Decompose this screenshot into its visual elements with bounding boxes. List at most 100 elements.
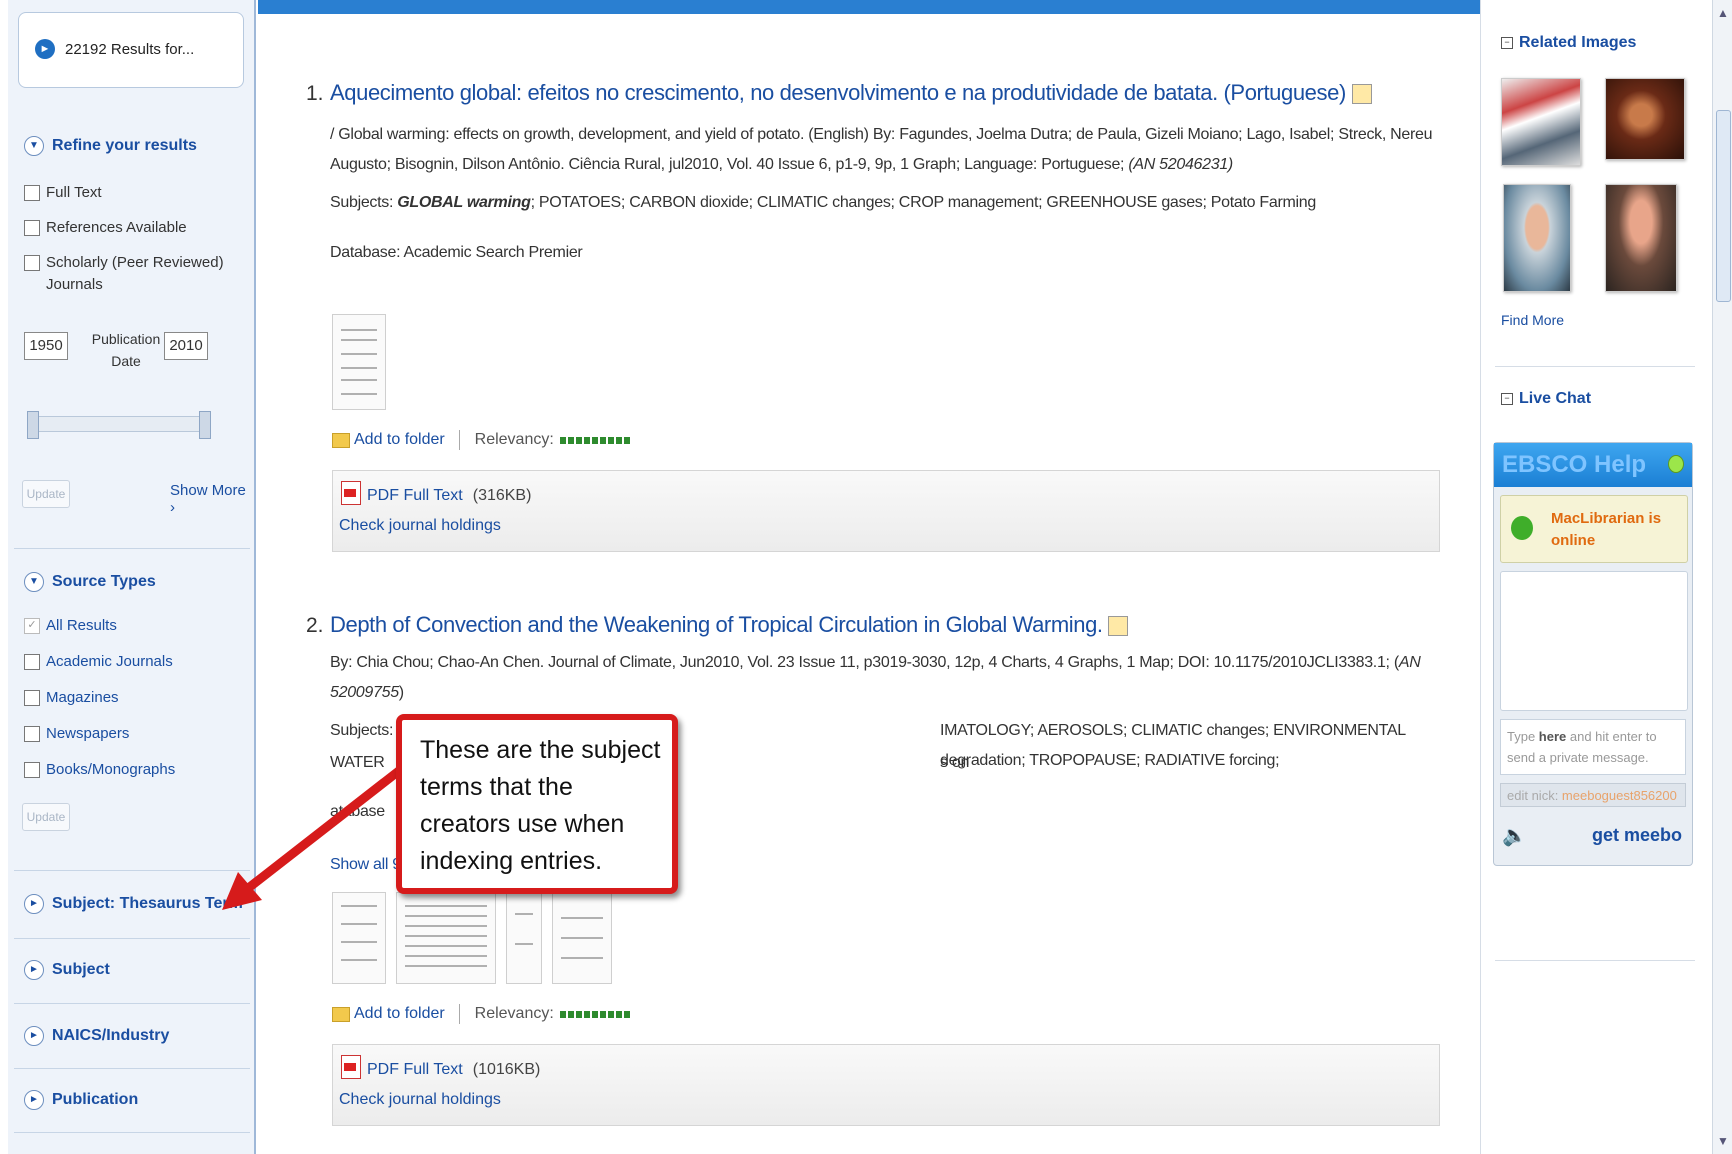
source-books[interactable]: Books/Monographs — [24, 761, 175, 779]
online-status: MacLibrarian is online — [1500, 495, 1688, 563]
page-thumbnail[interactable] — [552, 892, 612, 984]
subject-link[interactable]: GLOBAL warming — [397, 194, 531, 211]
callout-text: These are the subject terms that the cre… — [420, 736, 661, 875]
facet-naics[interactable]: ► NAICS/Industry — [24, 1026, 169, 1046]
results-count: 22192 Results for... — [65, 41, 195, 58]
filter-references[interactable]: References Available — [24, 219, 187, 237]
relevancy-bar — [559, 1010, 632, 1018]
chat-messages — [1500, 571, 1688, 711]
pdf-link[interactable]: PDF Full Text (1016KB) — [367, 1061, 540, 1079]
folder-icon[interactable] — [332, 1006, 350, 1022]
slider-handle-right[interactable] — [199, 411, 211, 439]
facet-subject[interactable]: ► Subject — [24, 960, 110, 980]
source-all-results[interactable]: ✓ All Results — [24, 617, 117, 635]
expand-icon[interactable]: ► — [24, 1026, 44, 1046]
checkbox-checked[interactable]: ✓ — [24, 618, 40, 635]
expand-icon[interactable]: ► — [24, 960, 44, 980]
pdf-link[interactable]: PDF Full Text (316KB) — [367, 487, 531, 505]
expand-icon[interactable]: ► — [24, 1090, 44, 1110]
separator — [459, 430, 461, 450]
preview-icon[interactable] — [1108, 616, 1129, 637]
result-actions-1: Add to folder Relevancy: — [332, 430, 632, 450]
year-from-input[interactable]: 1950 — [24, 332, 68, 360]
collapse-icon[interactable]: ▼ — [24, 136, 44, 156]
result-number: 2. — [306, 614, 324, 637]
related-image[interactable] — [1503, 184, 1571, 292]
divider — [14, 938, 250, 939]
divider — [1495, 960, 1695, 961]
facet-subject-thesaurus[interactable]: ► Subject: Thesaurus Term — [24, 894, 243, 914]
pdf-icon[interactable] — [341, 1055, 361, 1079]
divider — [14, 1132, 250, 1133]
related-image[interactable] — [1501, 78, 1581, 166]
source-newspapers[interactable]: Newspapers — [24, 725, 129, 743]
facet-publication[interactable]: ► Publication — [24, 1090, 138, 1110]
refine-results-header[interactable]: ▼ Refine your results — [24, 136, 197, 156]
chat-input[interactable]: Type here and hit enter to send a privat… — [1500, 719, 1686, 775]
result-subjects-tail: IMATOLOGY; AEROSOLS; CLIMATIC changes; E… — [940, 722, 1406, 769]
divider — [14, 1068, 250, 1069]
scrollbar[interactable]: ▲ ▼ — [1712, 0, 1732, 1154]
slider-handle-left[interactable] — [27, 411, 39, 439]
checkbox[interactable] — [24, 185, 40, 202]
scroll-down-icon[interactable]: ▼ — [1717, 1134, 1729, 1148]
related-image[interactable] — [1605, 184, 1677, 292]
source-academic-journals[interactable]: Academic Journals — [24, 653, 173, 671]
result-title-1[interactable]: Aquecimento global: efeitos no crescimen… — [330, 80, 1372, 106]
page-thumbnail[interactable] — [332, 892, 386, 984]
checkbox[interactable] — [24, 220, 40, 237]
collapse-icon[interactable]: − — [1501, 392, 1513, 405]
source-magazines[interactable]: Magazines — [24, 689, 119, 707]
source-types-header[interactable]: ▼ Source Types — [24, 572, 156, 592]
result-database: Database: Academic Search Premier — [330, 244, 583, 261]
collapse-icon[interactable]: − — [1501, 36, 1513, 49]
full-text-box-1: PDF Full Text (316KB) Check journal holdi… — [332, 470, 1440, 552]
checkbox[interactable] — [24, 690, 40, 707]
add-to-folder-link[interactable]: Add to folder — [354, 431, 445, 448]
find-more-link[interactable]: Find More — [1501, 312, 1564, 328]
lightbulb-icon — [1668, 455, 1684, 473]
date-slider[interactable] — [27, 411, 211, 439]
show-more-link[interactable]: Show More › — [170, 482, 254, 516]
show-all-link[interactable]: Show all 9 — [330, 850, 401, 880]
chat-widget: EBSCO Help MacLibrarian is online Type he… — [1493, 442, 1693, 866]
checkbox[interactable] — [24, 654, 40, 671]
top-bar — [258, 0, 1480, 14]
expand-arrow-icon[interactable]: ► — [35, 39, 55, 59]
preview-icon[interactable] — [1351, 84, 1372, 105]
get-meebo-link[interactable]: get meebo — [1592, 825, 1682, 846]
result-title-2[interactable]: Depth of Convection and the Weakening of… — [330, 612, 1129, 638]
edit-nick[interactable]: edit nick: meeboguest856200 — [1500, 783, 1686, 807]
expand-icon[interactable]: ► — [24, 894, 44, 914]
update-button[interactable]: Update — [22, 480, 70, 508]
year-to-input[interactable]: 2010 — [164, 332, 208, 360]
folder-icon[interactable] — [332, 432, 350, 448]
add-to-folder-link[interactable]: Add to folder — [354, 1005, 445, 1022]
check-holdings-link[interactable]: Check journal holdings — [339, 517, 501, 535]
check-holdings-link[interactable]: Check journal holdings — [339, 1091, 501, 1109]
related-images-header[interactable]: − Related Images — [1501, 34, 1636, 52]
collapse-icon[interactable]: ▼ — [24, 572, 44, 592]
divider — [14, 870, 250, 871]
filter-scholarly[interactable]: Scholarly (Peer Reviewed) — [24, 254, 224, 272]
publication-date-label: Publication Date — [91, 331, 161, 369]
divider — [14, 1003, 250, 1004]
related-image[interactable] — [1605, 78, 1685, 160]
pdf-icon[interactable] — [341, 481, 361, 505]
divider — [1495, 366, 1695, 367]
checkbox[interactable] — [24, 762, 40, 779]
scroll-up-icon[interactable]: ▲ — [1717, 6, 1729, 20]
live-chat-header[interactable]: − Live Chat — [1501, 390, 1591, 408]
filter-full-text[interactable]: Full Text — [24, 184, 102, 202]
left-sidebar: ► 22192 Results for... ▼ Refine your resu… — [8, 0, 256, 1154]
scroll-thumb[interactable] — [1716, 110, 1731, 302]
results-list: 1. Aquecimento global: efeitos no cresci… — [258, 0, 1480, 1154]
checkbox[interactable] — [24, 255, 40, 272]
results-count-box[interactable]: ► 22192 Results for... — [18, 12, 244, 88]
page-thumbnail[interactable] — [506, 892, 542, 984]
speaker-icon[interactable]: 🔈 — [1502, 823, 1527, 848]
checkbox[interactable] — [24, 726, 40, 743]
page-thumbnail[interactable] — [396, 892, 496, 984]
update-button-2[interactable]: Update — [22, 803, 70, 831]
page-thumbnail[interactable] — [332, 314, 386, 410]
